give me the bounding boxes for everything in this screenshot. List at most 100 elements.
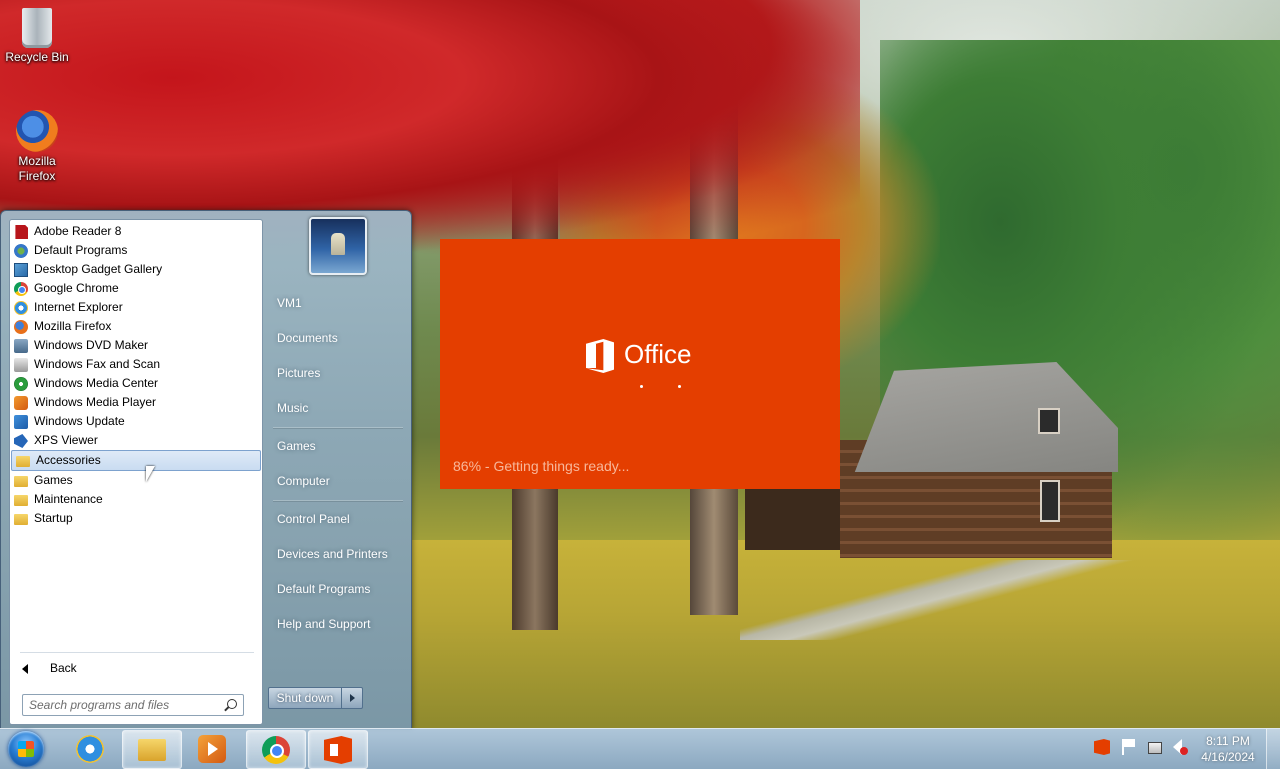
office-splash-screen: Office 86% - Getting things ready... (440, 239, 840, 489)
place-default-programs[interactable]: Default Programs (277, 581, 370, 597)
place-computer[interactable]: Computer (277, 473, 330, 489)
divider (273, 500, 403, 502)
taskbar-internet-explorer[interactable] (61, 730, 119, 767)
folder-icon (16, 456, 30, 467)
start-search-box[interactable] (22, 694, 244, 716)
windows-update-icon (14, 415, 28, 429)
divider (273, 427, 403, 429)
media-center-icon (14, 377, 28, 391)
program-google-chrome[interactable]: Google Chrome (10, 279, 262, 298)
program-windows-update[interactable]: Windows Update (10, 412, 262, 431)
desktop-icon-recycle-bin[interactable]: Recycle Bin (0, 8, 74, 65)
clock-date: 4/16/2024 (1201, 750, 1255, 764)
program-xps-viewer[interactable]: XPS Viewer (10, 431, 262, 450)
place-help-support[interactable]: Help and Support (277, 616, 370, 632)
program-dvd-maker[interactable]: Windows DVD Maker (10, 336, 262, 355)
place-user-folder[interactable]: VM1 (277, 295, 302, 311)
place-devices-printers[interactable]: Devices and Printers (277, 546, 388, 562)
folder-icon (14, 514, 28, 525)
folder-maintenance[interactable]: Maintenance (10, 490, 262, 509)
wallpaper-cabin-window (1040, 480, 1060, 522)
program-label: Mozilla Firefox (34, 319, 112, 333)
internet-explorer-icon (14, 301, 28, 315)
office-logo-icon (586, 339, 614, 373)
folder-icon (138, 739, 166, 761)
program-label: Windows Media Center (34, 376, 159, 390)
internet-explorer-icon (76, 735, 104, 763)
program-media-center[interactable]: Windows Media Center (10, 374, 262, 393)
search-icon (227, 699, 237, 709)
office-progress-text: 86% - Getting things ready... (453, 458, 630, 474)
back-button[interactable]: Back (10, 656, 262, 680)
program-label: Windows Fax and Scan (34, 357, 161, 371)
program-label: Desktop Gadget Gallery (34, 262, 163, 276)
taskbar-windows-explorer[interactable] (122, 730, 182, 769)
adobe-reader-icon (15, 225, 28, 239)
search-input[interactable] (29, 697, 209, 712)
program-label: Windows Media Player (34, 395, 157, 409)
program-default-programs[interactable]: Default Programs (10, 241, 262, 260)
taskbar-google-chrome[interactable] (246, 730, 306, 769)
wallpaper-path (740, 560, 1280, 640)
clock-time: 8:11 PM (1206, 734, 1250, 748)
shutdown-options-button[interactable] (341, 687, 363, 709)
fax-scan-icon (14, 358, 28, 372)
program-label: Windows Update (34, 414, 125, 428)
back-arrow-icon (22, 664, 28, 674)
firefox-icon (16, 110, 58, 152)
recycle-bin-icon (22, 8, 52, 48)
desktop-icon-label: Mozilla Firefox (18, 154, 56, 183)
place-documents[interactable]: Documents (277, 330, 338, 346)
action-center-flag-icon[interactable] (1122, 739, 1140, 755)
office-icon[interactable] (1094, 739, 1110, 755)
program-adobe-reader[interactable]: Adobe Reader 8 (10, 222, 262, 241)
place-music[interactable]: Music (277, 400, 308, 416)
place-games[interactable]: Games (277, 438, 316, 454)
chrome-icon (14, 282, 28, 296)
media-player-icon (14, 396, 28, 410)
folder-icon (14, 495, 28, 506)
mouse-pointer-icon (146, 466, 155, 482)
place-control-panel[interactable]: Control Panel (277, 511, 350, 527)
divider (20, 652, 254, 653)
user-account-picture[interactable] (309, 217, 367, 275)
program-label: Adobe Reader 8 (34, 224, 122, 238)
program-internet-explorer[interactable]: Internet Explorer (10, 298, 262, 317)
xps-viewer-icon (14, 434, 28, 448)
desktop-icon-label: Recycle Bin (5, 50, 69, 64)
media-player-icon (198, 735, 226, 763)
wallpaper-cabin-window (1038, 408, 1060, 434)
volume-muted-icon (1180, 747, 1188, 755)
folder-startup[interactable]: Startup (10, 509, 262, 528)
place-pictures[interactable]: Pictures (277, 365, 320, 381)
taskbar: 8:11 PM 4/16/2024 (0, 728, 1280, 769)
office-product-name: Office (624, 339, 692, 369)
folder-games[interactable]: Games (10, 471, 262, 490)
gadget-gallery-icon (14, 263, 28, 277)
dvd-maker-icon (14, 339, 28, 353)
network-icon[interactable] (1148, 742, 1162, 754)
shutdown-button[interactable]: Shut down (268, 687, 342, 709)
taskbar-windows-media-player[interactable] (183, 730, 241, 767)
program-label: Accessories (36, 453, 101, 467)
start-menu-places-pane: VM1 Documents Pictures Music Games Compu… (263, 211, 411, 729)
taskbar-office[interactable] (308, 730, 368, 769)
program-fax-scan[interactable]: Windows Fax and Scan (10, 355, 262, 374)
program-label: Internet Explorer (34, 300, 123, 314)
all-programs-list: Adobe Reader 8 Default Programs Desktop … (10, 222, 262, 528)
chrome-icon (262, 736, 290, 764)
desktop-icon-firefox[interactable]: Mozilla Firefox (0, 110, 74, 184)
start-button[interactable] (8, 731, 44, 767)
show-desktop-button[interactable] (1266, 729, 1280, 769)
program-gadget-gallery[interactable]: Desktop Gadget Gallery (10, 260, 262, 279)
folder-accessories[interactable]: Accessories (11, 450, 261, 471)
program-label: Google Chrome (34, 281, 119, 295)
program-mozilla-firefox[interactable]: Mozilla Firefox (10, 317, 262, 336)
program-media-player[interactable]: Windows Media Player (10, 393, 262, 412)
start-menu-programs-pane: Adobe Reader 8 Default Programs Desktop … (9, 219, 263, 725)
program-label: Maintenance (34, 492, 103, 506)
loading-dot (678, 385, 681, 388)
default-programs-icon (14, 244, 28, 258)
start-menu: Adobe Reader 8 Default Programs Desktop … (0, 210, 412, 730)
system-clock[interactable]: 8:11 PM 4/16/2024 (1196, 733, 1260, 765)
